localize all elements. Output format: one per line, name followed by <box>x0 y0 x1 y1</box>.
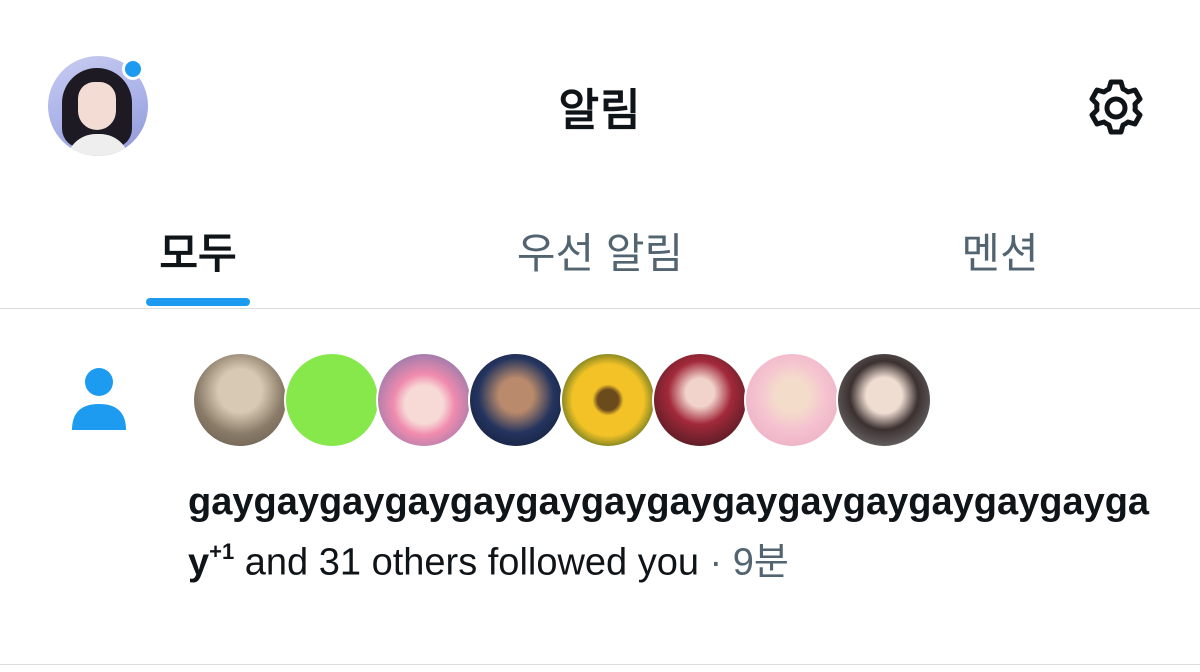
follower-avatar[interactable] <box>192 352 288 448</box>
tab-bar: 모두 우선 알림 멘션 <box>0 210 1200 308</box>
separator: · <box>699 541 733 584</box>
follower-avatar[interactable] <box>652 352 748 448</box>
page-title: 알림 <box>558 86 642 135</box>
follower-avatars <box>192 352 952 450</box>
person-icon <box>70 366 128 436</box>
timestamp: 9분 <box>732 541 789 584</box>
notification-message: and 31 others followed you <box>234 541 699 584</box>
follower-avatar[interactable] <box>560 352 656 448</box>
gear-icon[interactable] <box>1084 76 1148 140</box>
follower-avatar[interactable] <box>836 352 932 448</box>
active-tab-indicator <box>146 298 250 306</box>
divider <box>0 664 1200 665</box>
follower-avatar[interactable] <box>744 352 840 448</box>
tab-mentions[interactable]: 멘션 <box>930 220 1070 281</box>
superscript-count: +1 <box>209 539 235 564</box>
follower-avatar[interactable] <box>284 352 380 448</box>
tab-all[interactable]: 모두 <box>146 220 250 281</box>
notification-text[interactable]: gaygaygaygaygaygaygaygaygaygaygaygaygayg… <box>188 476 1168 589</box>
tab-priority[interactable]: 우선 알림 <box>490 220 710 281</box>
header: 알림 <box>0 0 1200 210</box>
follower-avatar[interactable] <box>468 352 564 448</box>
follower-avatar[interactable] <box>376 352 472 448</box>
divider <box>0 308 1200 309</box>
